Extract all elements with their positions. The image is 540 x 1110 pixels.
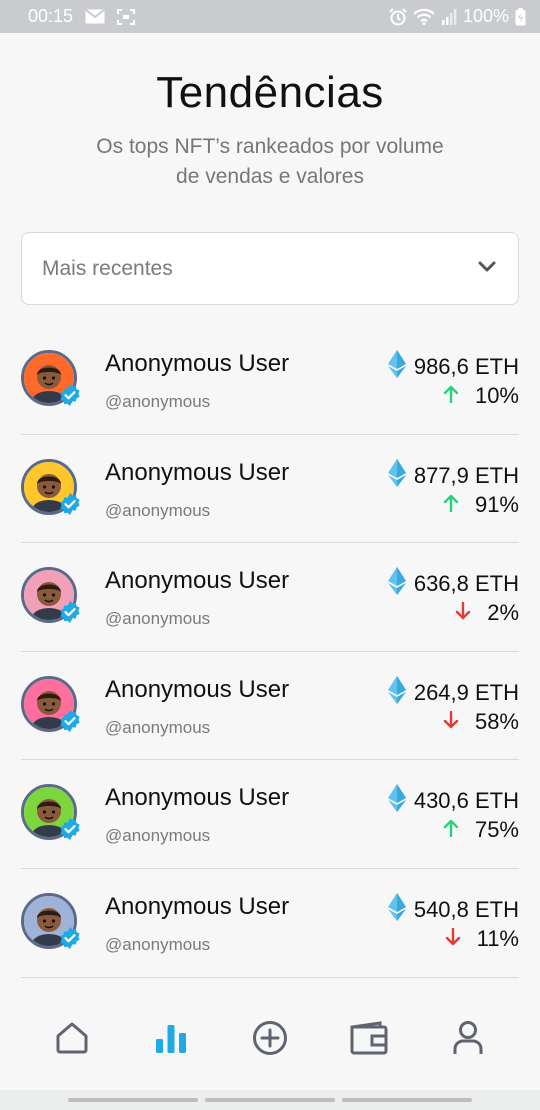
price-change-value: 10% — [474, 383, 519, 408]
user-name: Anonymous User — [105, 567, 290, 595]
bottom-nav — [0, 1000, 540, 1080]
avatar[interactable] — [21, 675, 80, 732]
battery-percent: 100% — [462, 6, 509, 26]
nav-trending-button[interactable] — [139, 1008, 203, 1072]
user-handle: @anonymous — [105, 717, 211, 737]
price: 540,8 ETH — [387, 892, 519, 927]
bar-chart-icon — [154, 1021, 188, 1060]
chevron-down-icon — [478, 260, 496, 278]
system-nav-pill — [342, 1098, 472, 1102]
price-value: 636,8 ETH — [413, 571, 519, 597]
system-nav-pill — [205, 1098, 335, 1102]
price-value: 264,9 ETH — [413, 679, 519, 705]
user-handle: @anonymous — [105, 609, 211, 629]
battery-charging-icon — [515, 7, 526, 26]
price-change-value: 58% — [474, 708, 519, 734]
alarm-icon — [389, 7, 407, 26]
user-handle: @anonymous — [105, 392, 211, 411]
avatar[interactable] — [21, 350, 80, 406]
trending-user-row[interactable]: Anonymous User @anonymous 430,6 ETH 75% — [21, 760, 519, 869]
system-nav-bar — [0, 1090, 540, 1110]
ethereum-icon — [387, 892, 406, 927]
sort-dropdown[interactable]: Mais recentes — [21, 232, 519, 305]
trending-user-row[interactable]: Anonymous User @anonymous 986,6 ETH 10% — [21, 326, 519, 435]
verified-badge-icon — [60, 492, 80, 515]
price-change-value: 75% — [474, 817, 519, 843]
price-value: 877,9 ETH — [413, 462, 519, 488]
price: 877,9 ETH — [387, 458, 519, 493]
price-change-value: 91% — [474, 491, 519, 517]
avatar[interactable] — [21, 892, 80, 949]
wifi-icon — [413, 8, 435, 25]
page-title: Tendências — [156, 68, 384, 117]
trending-user-row[interactable]: Anonymous User @anonymous 636,8 ETH 2% — [21, 543, 519, 652]
price-change-value: 11% — [476, 925, 519, 951]
price: 986,6 ETH — [387, 350, 519, 384]
verified-badge-icon — [60, 384, 80, 406]
wallet-icon — [350, 1020, 388, 1060]
price-change: 11% — [445, 926, 519, 952]
price-value: 986,6 ETH — [413, 354, 519, 379]
user-name: Anonymous User — [105, 350, 290, 377]
trending-user-row[interactable]: Anonymous User @anonymous 264,9 ETH 58% — [21, 652, 519, 761]
arrow-down-icon — [445, 926, 461, 952]
ethereum-icon — [387, 458, 406, 493]
status-time: 00:15 — [28, 6, 74, 26]
arrow-down-icon — [455, 600, 471, 626]
trending-user-row[interactable]: Anonymous User @anonymous 877,9 ETH 91% — [21, 435, 519, 544]
arrow-up-icon — [443, 817, 459, 843]
nav-create-button[interactable] — [238, 1008, 302, 1072]
user-name: Anonymous User — [105, 458, 290, 486]
price: 636,8 ETH — [387, 567, 519, 601]
price-value: 540,8 ETH — [413, 896, 519, 922]
ethereum-icon — [387, 350, 406, 384]
price-change: 58% — [443, 709, 519, 735]
avatar[interactable] — [21, 784, 80, 841]
nav-home-button[interactable] — [40, 1008, 104, 1072]
ethereum-icon — [387, 784, 406, 818]
user-name: Anonymous User — [105, 784, 290, 812]
profile-icon — [452, 1020, 484, 1061]
trending-user-row[interactable]: Anonymous User @anonymous 540,8 ETH 11% — [21, 869, 519, 978]
ethereum-icon — [387, 567, 406, 601]
avatar[interactable] — [21, 458, 80, 515]
signal-icon — [441, 8, 457, 25]
price: 264,9 ETH — [387, 675, 519, 710]
user-handle: @anonymous — [105, 934, 211, 954]
verified-badge-icon — [60, 601, 80, 624]
nav-wallet-button[interactable] — [337, 1008, 401, 1072]
price: 430,6 ETH — [387, 784, 519, 818]
user-handle: @anonymous — [105, 826, 211, 846]
trending-list: Anonymous User @anonymous 986,6 ETH 10% — [21, 326, 519, 978]
avatar[interactable] — [21, 567, 80, 624]
price-change-value: 2% — [487, 600, 519, 626]
home-icon — [55, 1021, 89, 1060]
ethereum-icon — [387, 675, 406, 710]
price-change: 2% — [455, 600, 519, 626]
arrow-down-icon — [443, 709, 459, 735]
add-circle-icon — [252, 1020, 288, 1061]
screenshot-icon — [117, 8, 136, 25]
user-handle: @anonymous — [105, 500, 211, 520]
mail-icon — [85, 9, 105, 24]
user-name: Anonymous User — [105, 675, 290, 703]
status-bar: 00:15 100% — [0, 0, 540, 33]
verified-badge-icon — [60, 926, 80, 949]
verified-badge-icon — [60, 709, 80, 732]
verified-badge-icon — [60, 818, 80, 841]
price-value: 430,6 ETH — [413, 788, 519, 814]
sort-dropdown-value: Mais recentes — [42, 256, 173, 280]
arrow-up-icon — [443, 492, 459, 518]
price-change: 91% — [443, 492, 519, 518]
page-subtitle: Os tops NFT’s rankeados por volume de ve… — [96, 135, 444, 188]
nav-profile-button[interactable] — [436, 1008, 500, 1072]
price-change: 10% — [443, 383, 519, 409]
user-name: Anonymous User — [105, 892, 290, 920]
price-change: 75% — [443, 817, 519, 843]
system-nav-pill — [68, 1098, 198, 1102]
arrow-up-icon — [443, 383, 459, 409]
